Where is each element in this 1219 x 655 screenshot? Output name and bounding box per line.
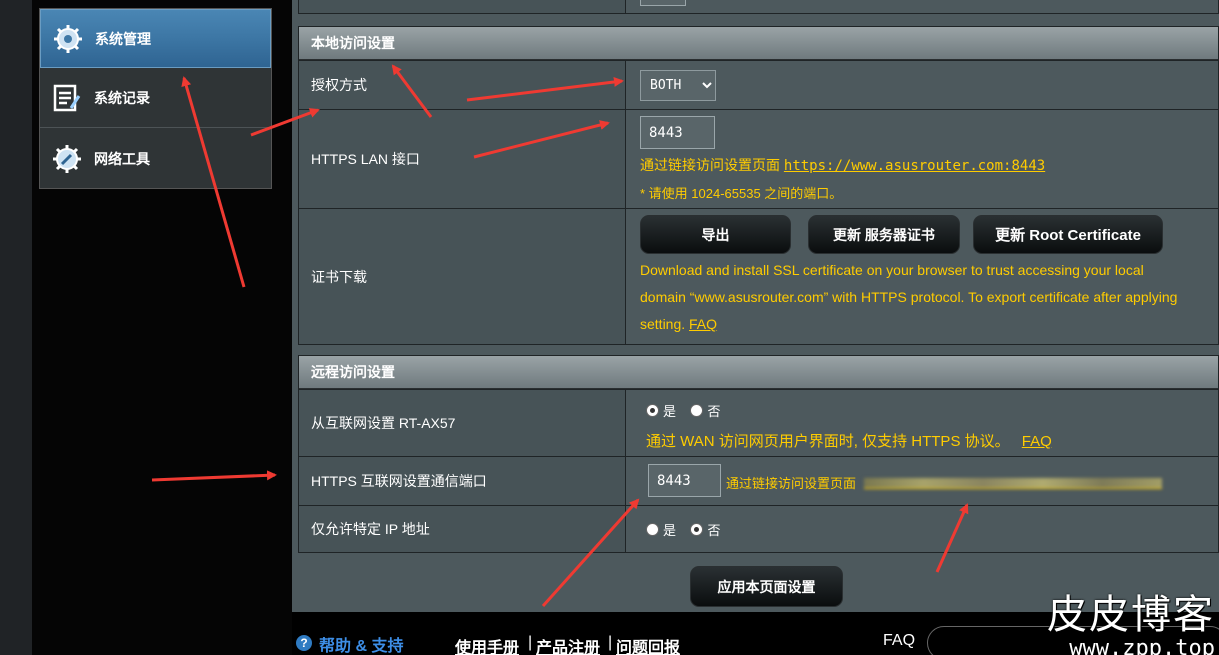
arrow-to-auth-select (466, 77, 624, 102)
arrow-to-wan-link (935, 503, 969, 573)
arrow-to-local-access (391, 64, 433, 118)
annotation-arrows (151, 64, 969, 608)
arrow-to-https-wan-port (541, 498, 640, 608)
arrow-to-https-wan-label (151, 470, 277, 482)
arrow-to-system-admin (181, 76, 246, 288)
arrow-to-https-lan-port (473, 120, 610, 159)
router-admin-page: 系统管理 系统记录 网络工具 本地访问设置 授权方式 BOTH HTTPS LA… (0, 0, 1219, 655)
arrow-to-auth-label (250, 108, 320, 137)
